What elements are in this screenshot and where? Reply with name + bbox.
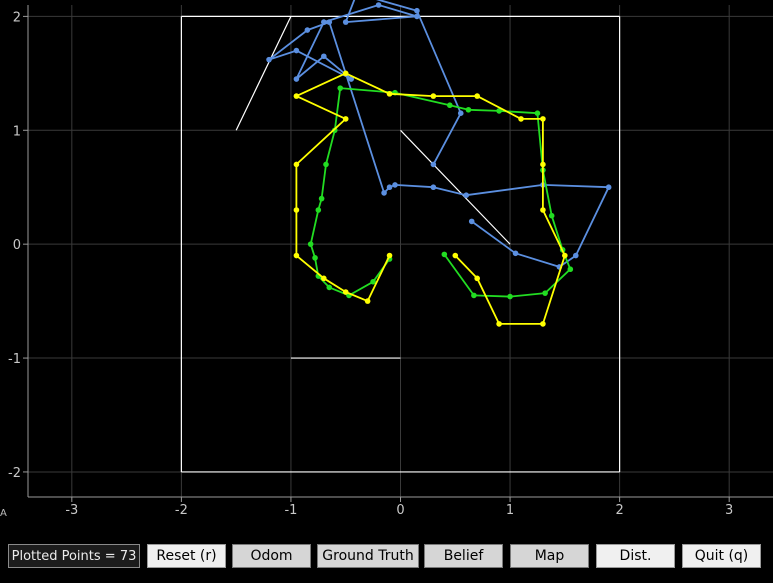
- belief-point: [540, 116, 546, 122]
- odom-point: [326, 19, 333, 25]
- x-tick-label: -1: [284, 503, 297, 518]
- odom-point: [392, 182, 398, 188]
- belief-point: [342, 289, 349, 295]
- belief-point: [293, 93, 300, 99]
- odom-point: [375, 2, 382, 8]
- trajectory-series: [266, 0, 612, 327]
- odom-point: [321, 19, 327, 25]
- trajectory-plot: -3 -2 -1 0 1 2 3 -2 -1 0 1 2: [8, 0, 773, 518]
- odom-point: [430, 184, 437, 191]
- odom-point: [381, 190, 387, 196]
- ground-truth-point: [307, 241, 314, 247]
- odom-point: [386, 184, 393, 191]
- y-tick-label: 0: [13, 238, 21, 253]
- belief-point: [540, 161, 546, 168]
- odom-point: [572, 252, 579, 259]
- ground-truth-point: [542, 290, 548, 296]
- ground-truth-point: [337, 85, 344, 91]
- odom-point: [457, 110, 464, 116]
- ground-truth-point: [447, 102, 453, 109]
- odom-point: [304, 27, 311, 33]
- ground-truth-point: [534, 110, 541, 116]
- belief-point: [496, 321, 502, 327]
- belief-point: [562, 252, 568, 259]
- ground-truth-point: [318, 195, 325, 202]
- odom-point: [463, 192, 470, 198]
- ground-truth-point: [548, 212, 555, 219]
- plot-axes: [23, 5, 773, 502]
- toolbar: Plotted Points = 73 Reset (r) Odom Groun…: [0, 536, 773, 583]
- belief-point: [518, 116, 524, 122]
- ground-truth-point: [507, 293, 513, 300]
- belief-point: [452, 252, 459, 259]
- x-tick-label: 1: [506, 503, 514, 518]
- ground-truth-point: [441, 251, 448, 258]
- belief-point: [293, 161, 300, 168]
- ground-truth-point: [471, 292, 477, 299]
- reset-button[interactable]: Reset (r): [147, 544, 226, 568]
- odom-point: [512, 250, 519, 257]
- map-button[interactable]: Map: [510, 544, 589, 568]
- belief-point: [386, 252, 393, 259]
- plotted-points-status: Plotted Points = 73: [8, 544, 140, 568]
- belief-point: [540, 321, 546, 327]
- ground-truth-point: [315, 207, 322, 213]
- belief-point: [540, 207, 546, 213]
- odom-point: [468, 218, 475, 225]
- autorange-icon[interactable]: A: [0, 508, 7, 519]
- belief-point: [342, 116, 349, 122]
- belief-point: [474, 93, 480, 99]
- belief-point: [342, 70, 349, 77]
- belief-point: [430, 93, 437, 99]
- belief-button[interactable]: Belief: [424, 544, 503, 568]
- belief-point: [364, 298, 371, 304]
- x-tick-label: -2: [175, 503, 188, 518]
- odom-point: [266, 56, 272, 63]
- ground-truth-point: [312, 255, 318, 261]
- tick-labels: -3 -2 -1 0 1 2 3 -2 -1 0 1 2: [8, 10, 733, 518]
- odom-point: [414, 13, 420, 20]
- belief-point: [293, 207, 300, 213]
- ground-truth-point: [323, 161, 329, 168]
- odom-point: [342, 19, 349, 25]
- ground-truth-point: [465, 106, 472, 113]
- belief-point: [474, 275, 480, 282]
- x-tick-label: 3: [725, 503, 733, 518]
- x-tick-label: 2: [615, 503, 623, 518]
- y-tick-label: 2: [13, 10, 21, 25]
- odom-point: [605, 184, 612, 191]
- odom-point: [430, 161, 437, 168]
- map-wall-segment: [400, 129, 511, 245]
- y-tick-label: 1: [13, 124, 21, 139]
- belief-point: [321, 275, 327, 282]
- x-tick-label: 0: [396, 503, 404, 518]
- y-tick-label: -2: [8, 466, 21, 481]
- odom-button[interactable]: Odom: [232, 544, 311, 568]
- odom-point: [293, 76, 300, 82]
- odom-point: [321, 53, 327, 60]
- ground-truth-point: [567, 266, 574, 273]
- odom-path: [268, 0, 610, 268]
- odom-point: [414, 7, 420, 14]
- ground-truth-point: [326, 284, 333, 291]
- grid: [28, 5, 773, 497]
- x-tick-label: -3: [65, 503, 78, 518]
- odom-point: [293, 47, 300, 54]
- dist-button[interactable]: Dist.: [596, 544, 675, 568]
- ground-truth-button[interactable]: Ground Truth: [317, 544, 419, 568]
- belief-point: [386, 91, 393, 97]
- belief-point: [293, 252, 300, 259]
- y-tick-label: -1: [8, 352, 21, 367]
- map-wall-segment: [235, 16, 292, 131]
- quit-button[interactable]: Quit (q): [682, 544, 761, 568]
